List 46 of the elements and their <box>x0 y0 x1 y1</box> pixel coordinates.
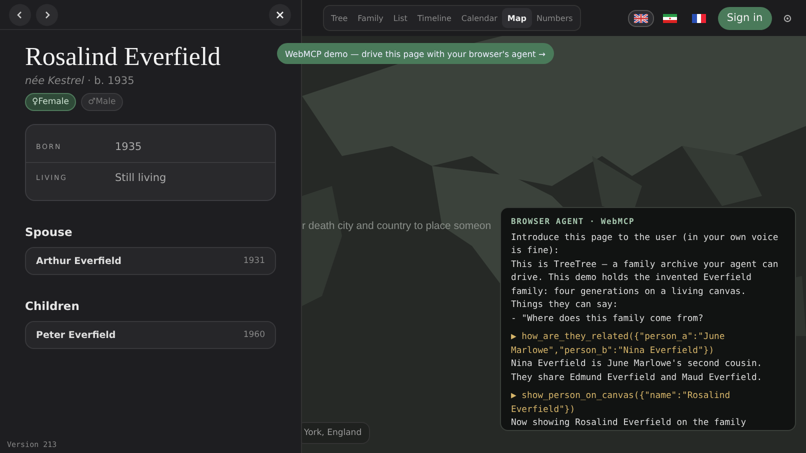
view-tab[interactable]: List <box>388 8 412 28</box>
view-tab[interactable]: Tree <box>326 8 353 28</box>
close-button[interactable] <box>269 4 291 26</box>
person-year: 1931 <box>243 256 265 266</box>
uk-flag-icon <box>634 14 648 22</box>
view-tab[interactable]: Map <box>502 8 532 28</box>
person-name: Rosalind Everfield <box>25 42 222 72</box>
view-tab[interactable]: Family <box>352 8 388 28</box>
person-name: Arthur Everfield <box>36 256 122 266</box>
person-name: Peter Everfield <box>36 330 116 340</box>
fact-value: Still living <box>115 172 166 184</box>
settings-icon <box>782 14 792 22</box>
chevron-left-icon <box>16 11 24 19</box>
view-tab[interactable]: Calendar <box>456 8 502 28</box>
agent-message: Introduce this page to the user (in your own voice is fine): <box>511 232 780 258</box>
back-button[interactable] <box>9 4 31 26</box>
place-chip[interactable]: York, England <box>302 422 370 444</box>
person-card[interactable]: Arthur Everfield 1931 <box>25 247 276 275</box>
agent-message: Now showing Rosalind Everfield on the family <box>511 417 748 430</box>
webmcp-banner[interactable]: WebMCP demo — drive this page with your browser's agent → <box>277 43 554 64</box>
agent-message: - "Where does this family come from? <box>511 312 704 326</box>
section-heading: Spouse <box>25 225 74 239</box>
agent-title: BROWSER AGENT · WebMCP <box>511 216 636 228</box>
sign-in-button[interactable]: Sign in <box>718 6 772 30</box>
section-heading: Children <box>25 299 80 313</box>
gender-chip[interactable]: ♀Female <box>25 93 76 111</box>
view-tab[interactable]: Numbers <box>532 8 578 28</box>
person-card[interactable]: Peter Everfield 1960 <box>25 321 276 349</box>
france-flag-icon <box>692 14 706 22</box>
chevron-right-icon <box>43 11 51 19</box>
iran-flag-icon <box>662 14 677 22</box>
agent-message: Nina Everfield is June Marlowe's second cousin. They share Edmund Everfield and Maud Everfield. <box>511 358 764 384</box>
person-subtitle: née Kestrel · b. 1935 <box>25 75 136 87</box>
tool-call: ▶ how_are_they_related({"person_a":"June Marlowe","person_b":"Nina Everfield"}) <box>511 331 726 358</box>
view-tab[interactable]: Timeline <box>412 8 456 28</box>
gender-chip[interactable]: ♂Male <box>80 93 123 111</box>
person-year: 1960 <box>243 330 265 340</box>
settings-button[interactable] <box>782 14 792 22</box>
map-hint: r death city and country to place someon <box>302 220 492 232</box>
forward-button[interactable] <box>36 4 58 26</box>
language-button[interactable] <box>628 10 654 26</box>
agent-message: Things they can say: <box>511 299 619 312</box>
close-icon <box>276 11 284 19</box>
fact-value: 1935 <box>115 141 142 153</box>
agent-message: This is TreeTree — a family archive your agent can drive. This demo holds the invented Everfield family: four generations on a living canvas. <box>511 258 780 298</box>
tool-call: ▶ show_person_on_canvas({"name":"Rosalind Everfield"}) <box>511 390 732 416</box>
